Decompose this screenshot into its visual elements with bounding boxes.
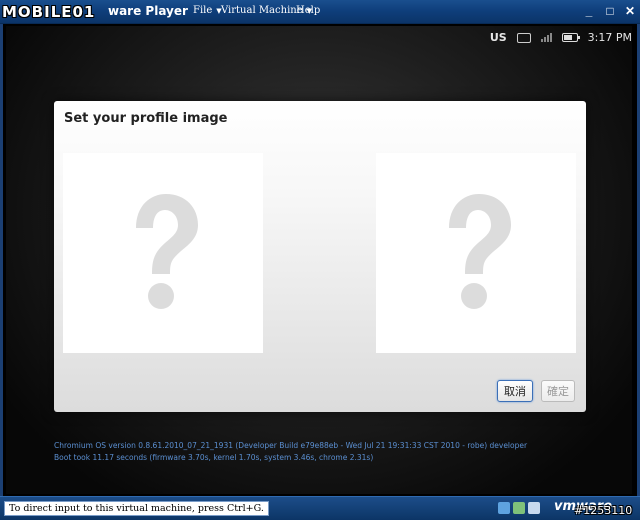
- watermark: #1253110: [574, 504, 633, 517]
- vmware-titlebar: MOBILE01 ware Player File ▼ Virtual Mach…: [0, 0, 640, 24]
- profile-image-placeholder-right[interactable]: [376, 153, 576, 353]
- build-version-line: Chromium OS version 0.8.61.2010_07_21_19…: [54, 441, 528, 450]
- maximize-button[interactable]: □: [603, 4, 617, 18]
- profile-image-placeholder-left[interactable]: [63, 153, 263, 353]
- menu-file[interactable]: File ▼: [193, 4, 222, 18]
- profile-image-dialog: Set your profile image 取消 確定: [54, 101, 586, 412]
- network-icon[interactable]: [516, 32, 531, 43]
- close-button[interactable]: ✕: [623, 4, 637, 18]
- device-icon[interactable]: [498, 502, 510, 514]
- usb-icon[interactable]: [528, 502, 540, 514]
- network-adapter-icon[interactable]: [513, 502, 525, 514]
- minimize-button[interactable]: _: [582, 4, 596, 18]
- question-mark-icon: [449, 194, 511, 309]
- menu-virtual-machine-label: Virtual Machine: [221, 5, 303, 16]
- keyboard-layout-indicator[interactable]: US: [490, 31, 507, 44]
- app-title: ware Player: [108, 4, 188, 18]
- clock[interactable]: 3:17 PM: [588, 31, 632, 44]
- signal-strength-icon[interactable]: [540, 33, 552, 42]
- dialog-title: Set your profile image: [64, 111, 228, 126]
- menu-help-label: Help: [296, 5, 321, 16]
- cancel-button[interactable]: 取消: [497, 380, 533, 402]
- build-info: Chromium OS version 0.8.61.2010_07_21_19…: [54, 440, 527, 464]
- boot-time-line: Boot took 11.17 seconds (firmware 3.70s,…: [54, 453, 374, 462]
- menu-help[interactable]: Help: [296, 4, 320, 18]
- vmware-bottom-bar: To direct input to this virtual machine,…: [0, 496, 640, 520]
- input-hint: To direct input to this virtual machine,…: [4, 501, 269, 516]
- chromeos-status-area: US 3:17 PM: [490, 31, 632, 44]
- menu-file-label: File: [193, 5, 213, 16]
- battery-icon[interactable]: [561, 33, 580, 42]
- question-mark-icon: [136, 194, 198, 309]
- ok-button[interactable]: 確定: [541, 380, 575, 402]
